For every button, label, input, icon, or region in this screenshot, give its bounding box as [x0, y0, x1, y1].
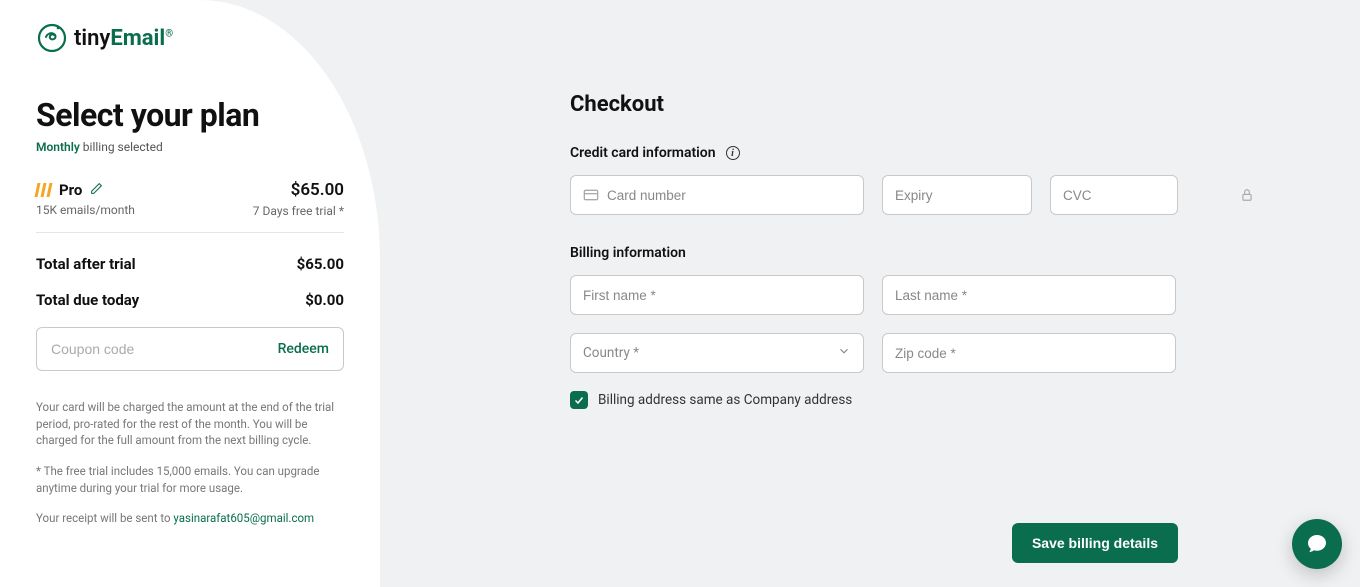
first-name-field[interactable]: [570, 275, 864, 315]
chat-launcher[interactable]: [1292, 519, 1342, 569]
brand-wordmark: tinyEmail®: [74, 26, 173, 51]
plan-trial-note: 7 Days free trial *: [253, 204, 344, 218]
coupon-input[interactable]: [51, 341, 278, 357]
brand-mark-icon: [36, 22, 68, 54]
cvc-field[interactable]: [1050, 175, 1178, 215]
billing-section-label: Billing information: [570, 245, 1360, 261]
same-address-row: Billing address same as Company address: [570, 391, 1360, 409]
card-number-field[interactable]: [570, 175, 864, 215]
cvc-input[interactable]: [1063, 188, 1240, 203]
brand-logo: tinyEmail®: [36, 22, 344, 54]
same-address-label: Billing address same as Company address: [598, 392, 852, 408]
receipt-note: Your receipt will be sent to yasinarafat…: [36, 510, 344, 527]
card-icon: [583, 187, 599, 203]
cc-section-label: Credit card information i: [570, 145, 1360, 161]
country-placeholder: Country *: [583, 345, 639, 361]
selected-plan-summary: Pro 15K emails/month $65.00 7 Days free …: [36, 180, 344, 233]
last-name-field[interactable]: [882, 275, 1176, 315]
chevron-down-icon: [837, 344, 851, 362]
lock-icon: [1240, 188, 1254, 202]
same-address-checkbox[interactable]: [570, 391, 588, 409]
plan-sidebar: tinyEmail® Select your plan Monthly bill…: [0, 0, 380, 587]
card-number-input[interactable]: [607, 188, 851, 203]
info-icon[interactable]: i: [726, 146, 740, 160]
zip-input[interactable]: [895, 346, 1163, 361]
last-name-input[interactable]: [895, 288, 1163, 303]
expiry-field[interactable]: [882, 175, 1032, 215]
country-select[interactable]: Country *: [570, 333, 864, 373]
plan-tier-icon: [36, 183, 51, 197]
save-billing-button[interactable]: Save billing details: [1012, 523, 1178, 563]
billing-cycle-indicator: Monthly billing selected: [36, 140, 344, 154]
zip-field[interactable]: [882, 333, 1176, 373]
redeem-button[interactable]: Redeem: [278, 341, 329, 357]
plan-subtitle: 15K emails/month: [36, 203, 135, 217]
expiry-input[interactable]: [895, 188, 1072, 203]
plan-name: Pro: [59, 181, 82, 199]
checkout-heading: Checkout: [570, 92, 1360, 117]
plan-price: $65.00: [253, 180, 344, 200]
checkout-panel: Checkout Credit card information i Billi…: [380, 0, 1360, 587]
edit-plan-icon[interactable]: [90, 180, 103, 199]
receipt-email-link[interactable]: yasinarafat605@gmail.com: [173, 511, 314, 525]
first-name-input[interactable]: [583, 288, 851, 303]
billing-note-1: Your card will be charged the amount at …: [36, 399, 344, 449]
total-due-today-row: Total due today $0.00: [36, 291, 344, 309]
total-after-trial-row: Total after trial $65.00: [36, 255, 344, 273]
coupon-field[interactable]: Redeem: [36, 327, 344, 371]
page-title: Select your plan: [36, 96, 344, 134]
billing-note-2: * The free trial includes 15,000 emails.…: [36, 463, 344, 496]
